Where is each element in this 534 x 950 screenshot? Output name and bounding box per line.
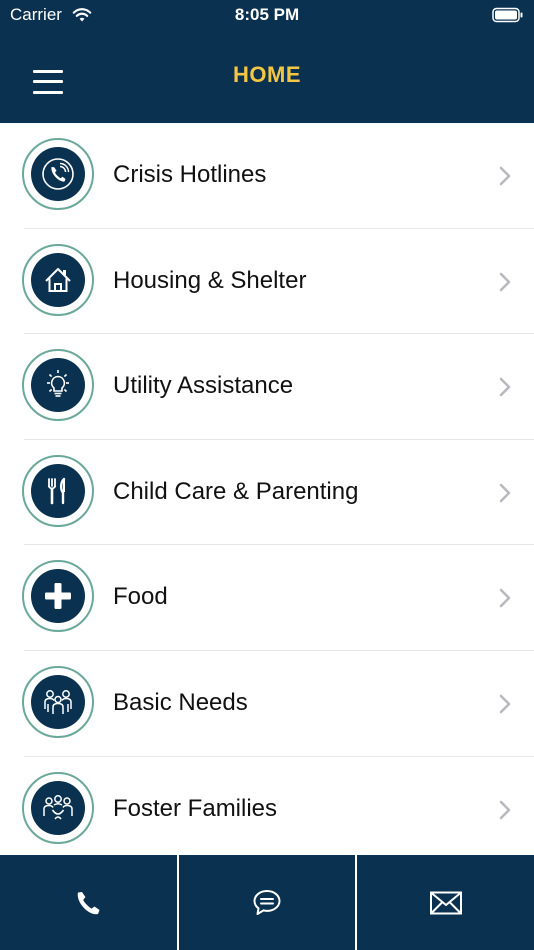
list-item-label: Child Care & Parenting [113, 477, 359, 505]
icon-badge [22, 560, 94, 633]
list-item-child-care-parenting[interactable]: Child Care & Parenting [0, 440, 534, 546]
mail-icon [429, 891, 462, 914]
phone-icon [42, 158, 74, 190]
category-list: Crisis Hotlines Housing & Shelter Utilit… [0, 123, 534, 855]
list-item-label: Foster Families [113, 794, 278, 822]
list-item-food[interactable]: Food [0, 545, 534, 651]
app-screen: Carrier 8:05 PM HOME Crisis Hotlines Hou… [0, 0, 534, 950]
email-button[interactable] [355, 855, 534, 950]
bottom-toolbar [0, 855, 534, 950]
icon-badge [22, 665, 94, 738]
plus-icon [45, 583, 71, 610]
list-item-label: Crisis Hotlines [113, 161, 267, 188]
phone-icon [78, 891, 100, 914]
icon-badge [22, 454, 94, 527]
header: Carrier 8:05 PM HOME [0, 0, 534, 123]
chevron-right-icon [499, 272, 511, 291]
status-bar: Carrier 8:05 PM [0, 0, 534, 32]
menu-bar-bottom [33, 91, 63, 94]
list-item-label: Food [113, 583, 168, 611]
chevron-right-icon [499, 377, 511, 397]
clock-label: 8:05 PM [234, 5, 300, 24]
lightbulb-icon [47, 370, 69, 397]
list-item-utility-assistance[interactable]: Utility Assistance [0, 334, 534, 440]
chevron-right-icon [499, 694, 511, 714]
icon-badge [22, 138, 94, 210]
fork-knife-icon [47, 477, 66, 505]
icon-badge [22, 349, 94, 422]
icon-badge [22, 243, 94, 316]
call-button[interactable] [0, 855, 177, 950]
chat-bubble-icon [253, 889, 281, 915]
list-item-basic-needs[interactable]: Basic Needs [0, 651, 534, 757]
chevron-right-icon [499, 166, 511, 186]
battery-icon [492, 7, 523, 23]
list-item-label: Basic Needs [113, 688, 248, 716]
icon-badge [22, 771, 94, 844]
list-item-crisis-hotlines[interactable]: Crisis Hotlines [0, 123, 534, 229]
page-title: HOME [233, 62, 301, 87]
list-item-label: Utility Assistance [113, 372, 294, 400]
list-item-label: Housing & Shelter [113, 266, 307, 294]
chevron-right-icon [499, 483, 511, 503]
list-item-housing-shelter[interactable]: Housing & Shelter [0, 229, 534, 335]
family-icon [43, 794, 73, 820]
house-icon [45, 267, 71, 292]
people-icon [44, 690, 72, 714]
list-item-foster-families[interactable]: Foster Families [0, 757, 534, 855]
chevron-right-icon [499, 589, 511, 608]
chevron-right-icon [499, 800, 511, 819]
chat-button[interactable] [176, 855, 356, 950]
